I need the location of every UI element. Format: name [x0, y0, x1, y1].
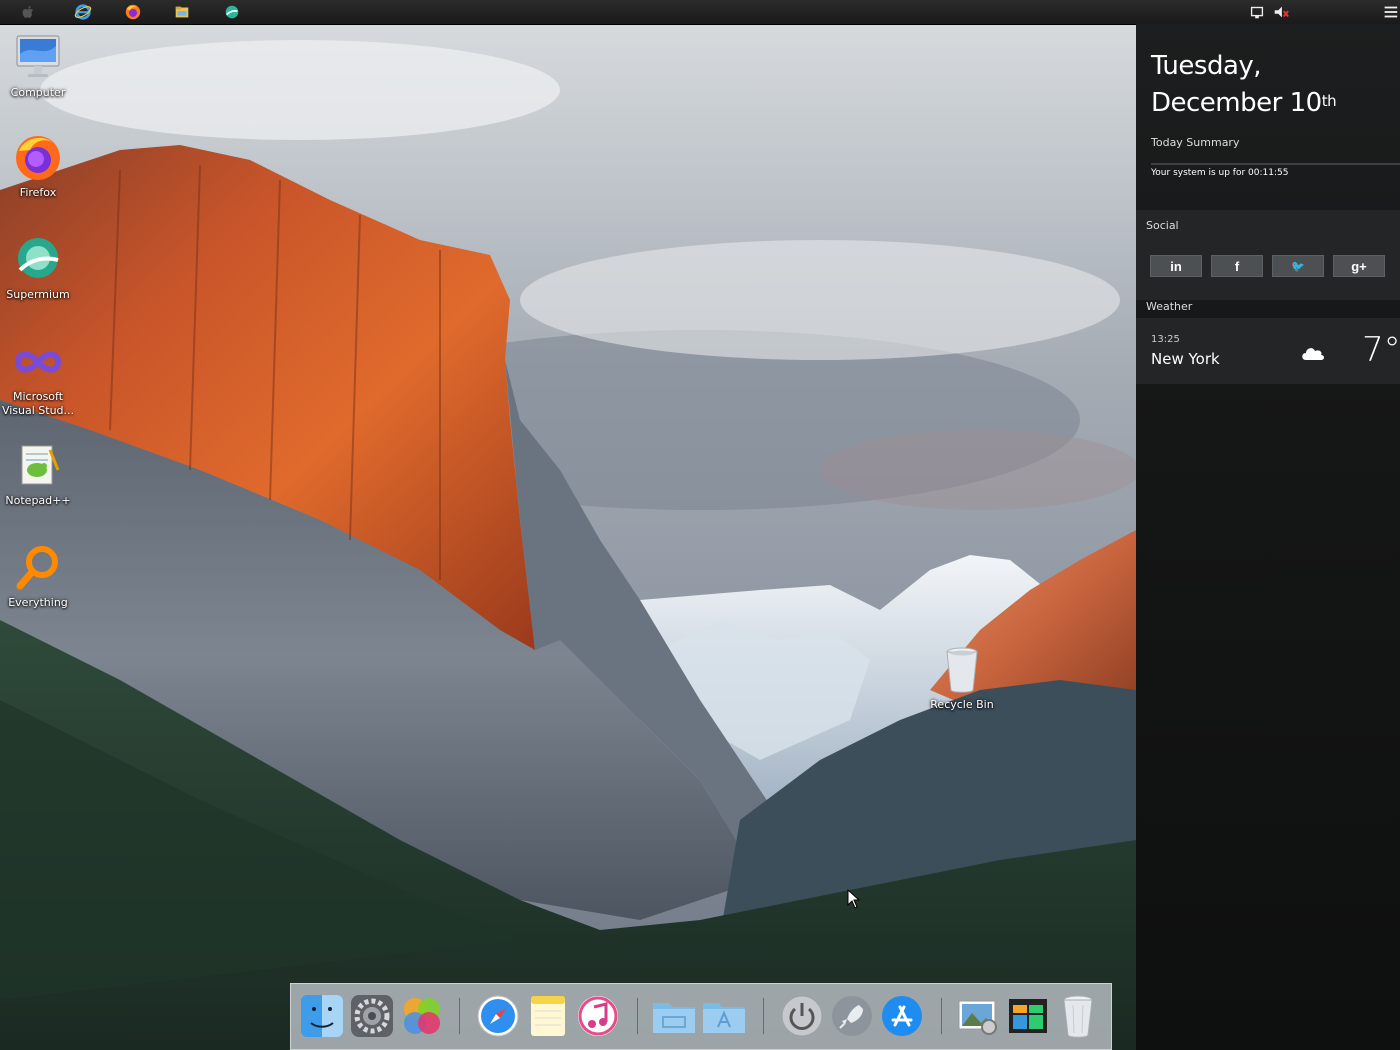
- top-menu-bar: [0, 0, 1400, 25]
- mouse-cursor: [847, 889, 861, 909]
- panel-date-suffix: th: [1321, 92, 1337, 110]
- facebook-icon: f: [1234, 258, 1240, 274]
- desktop-icon-label: Notepad++: [5, 494, 71, 507]
- desktop-icon-label: Firefox: [19, 186, 57, 199]
- google-plus-button[interactable]: g+: [1333, 255, 1385, 277]
- desktop-icon-label: Everything: [8, 596, 68, 609]
- recycle-bin-icon: [934, 644, 990, 696]
- volume-muted-icon[interactable]: [1271, 2, 1291, 22]
- supermium-icon[interactable]: [222, 2, 242, 22]
- launchpad-icon[interactable]: [829, 993, 875, 1039]
- internet-explorer-icon[interactable]: [73, 2, 93, 22]
- task-manager-icon[interactable]: [1005, 993, 1051, 1039]
- desktop-icon-recycle-bin[interactable]: Recycle Bin: [924, 644, 1000, 712]
- file-explorer-icon[interactable]: [172, 2, 192, 22]
- network-icon[interactable]: [1247, 2, 1267, 22]
- desktop-icon-computer[interactable]: Computer: [0, 32, 76, 100]
- weather-time: 13:25: [1151, 334, 1180, 345]
- applications-folder-icon[interactable]: [701, 993, 747, 1039]
- weather-title: Weather: [1146, 300, 1193, 313]
- dock-separator: [459, 998, 460, 1034]
- social-title: Social: [1146, 219, 1179, 232]
- notepad-plus-plus-icon: [10, 440, 66, 492]
- desktop-icon-supermium[interactable]: Supermium: [0, 234, 76, 302]
- desktop-icon-label: Computer: [10, 86, 66, 99]
- notes-icon[interactable]: [525, 993, 571, 1039]
- uptime-text: Your system is up for 00:11:55: [1151, 168, 1289, 178]
- image-viewer-icon[interactable]: [955, 993, 1001, 1039]
- system-preferences-icon[interactable]: [349, 993, 395, 1039]
- twitter-icon: 🐦: [1291, 260, 1305, 273]
- cloud-icon: [1302, 348, 1324, 360]
- desktop-icon-label: Microsoft Visual Stud...: [1, 390, 75, 417]
- visual-studio-icon: [10, 336, 66, 388]
- firefox-icon[interactable]: [123, 2, 143, 22]
- panel-day: Tuesday,: [1151, 51, 1262, 81]
- finder-icon[interactable]: [299, 993, 345, 1039]
- folder-icon[interactable]: [651, 993, 697, 1039]
- menu-icon[interactable]: [1380, 2, 1400, 22]
- itunes-icon[interactable]: [575, 993, 621, 1039]
- widget-panel: Tuesday, December 10th Today Summary You…: [1136, 24, 1400, 1050]
- desktop-icon-firefox[interactable]: Firefox: [0, 132, 76, 200]
- power-icon[interactable]: [779, 993, 825, 1039]
- everything-search-icon: [10, 542, 66, 594]
- google-plus-icon: g+: [1351, 258, 1367, 274]
- weather-city: New York: [1151, 350, 1220, 368]
- linkedin-icon: in: [1170, 258, 1182, 274]
- computer-icon: [10, 32, 66, 84]
- desktop-icon-label: Recycle Bin: [930, 698, 994, 711]
- supermium-icon: [10, 234, 66, 286]
- safari-icon[interactable]: [475, 993, 521, 1039]
- dock: [290, 983, 1112, 1050]
- dock-separator: [637, 998, 638, 1034]
- photos-icon[interactable]: [399, 993, 445, 1039]
- weather-temperature: 7°: [1362, 330, 1400, 370]
- apple-menu-icon[interactable]: [18, 2, 38, 22]
- linkedin-button[interactable]: in: [1150, 255, 1202, 277]
- summary-title: Today Summary: [1151, 136, 1240, 149]
- trash-icon[interactable]: [1055, 993, 1101, 1039]
- app-store-icon[interactable]: [879, 993, 925, 1039]
- dock-separator: [941, 998, 942, 1034]
- desktop-icon-everything[interactable]: Everything: [0, 542, 76, 610]
- desktop-icon-label: Supermium: [6, 288, 70, 301]
- firefox-icon: [10, 132, 66, 184]
- twitter-button[interactable]: 🐦: [1272, 255, 1324, 277]
- panel-date-text: December 10: [1151, 88, 1322, 118]
- dock-separator: [763, 998, 764, 1034]
- desktop-icon-visual-studio[interactable]: Microsoft Visual Stud...: [0, 336, 76, 418]
- summary-divider: [1151, 163, 1400, 165]
- facebook-button[interactable]: f: [1211, 255, 1263, 277]
- desktop-icon-notepad-plus-plus[interactable]: Notepad++: [0, 440, 76, 508]
- panel-date: Tuesday, December 10th: [1151, 48, 1337, 122]
